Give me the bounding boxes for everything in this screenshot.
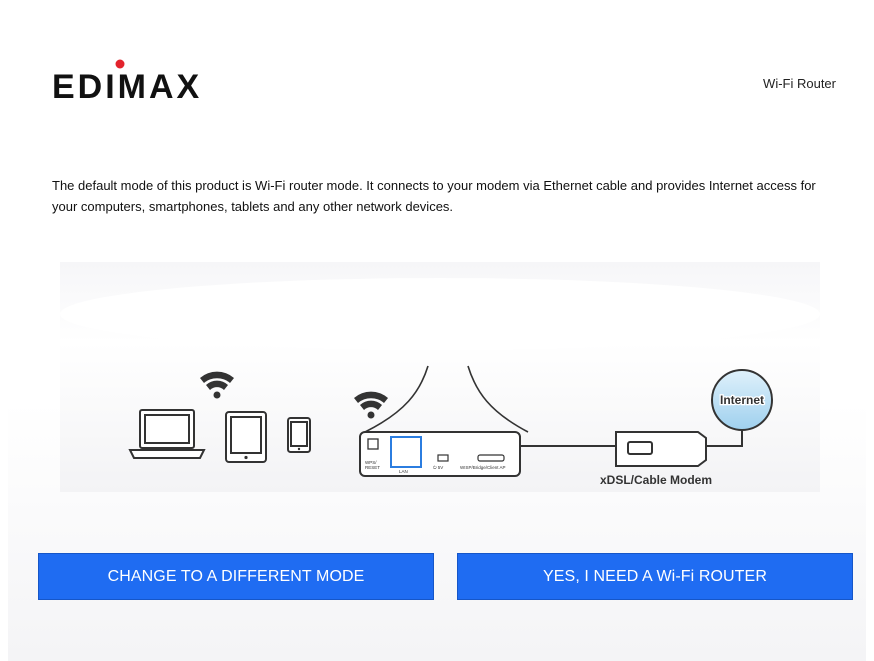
smartphone-icon xyxy=(287,417,311,453)
edimax-logo: EDIMAX xyxy=(52,59,202,102)
svg-text:RESET: RESET xyxy=(365,465,380,470)
diagram-highlight xyxy=(60,278,820,350)
setup-page: EDIMAX Wi-Fi Router The default mode of … xyxy=(8,12,866,661)
logo-dot-icon xyxy=(115,59,125,69)
brand-text: EDIMAX xyxy=(52,68,202,102)
network-diagram: WPS/ RESET LAN ⏻ 5V WISP/Bridge/Client A… xyxy=(60,262,820,492)
change-mode-button[interactable]: CHANGE TO A DIFFERENT MODE xyxy=(38,553,434,600)
internet-globe-icon: Internet xyxy=(711,369,773,431)
svg-text:⏻ 5V: ⏻ 5V xyxy=(433,465,443,470)
laptop-icon xyxy=(128,409,206,459)
modem-label: xDSL/Cable Modem xyxy=(600,473,712,487)
svg-text:LAN: LAN xyxy=(399,469,408,474)
lan-port-highlight xyxy=(390,436,422,468)
product-name: Wi-Fi Router xyxy=(763,76,836,91)
mode-description: The default mode of this product is Wi-F… xyxy=(52,178,816,214)
svg-text:WISP/Bridge/Client AP: WISP/Bridge/Client AP xyxy=(460,465,506,470)
modem-icon xyxy=(615,431,707,467)
tablet-icon xyxy=(225,411,267,463)
router-icon: WPS/ RESET LAN ⏻ 5V WISP/Bridge/Client A… xyxy=(359,431,521,477)
internet-label: Internet xyxy=(720,393,764,407)
confirm-router-button[interactable]: YES, I NEED A Wi-Fi ROUTER xyxy=(457,553,853,600)
